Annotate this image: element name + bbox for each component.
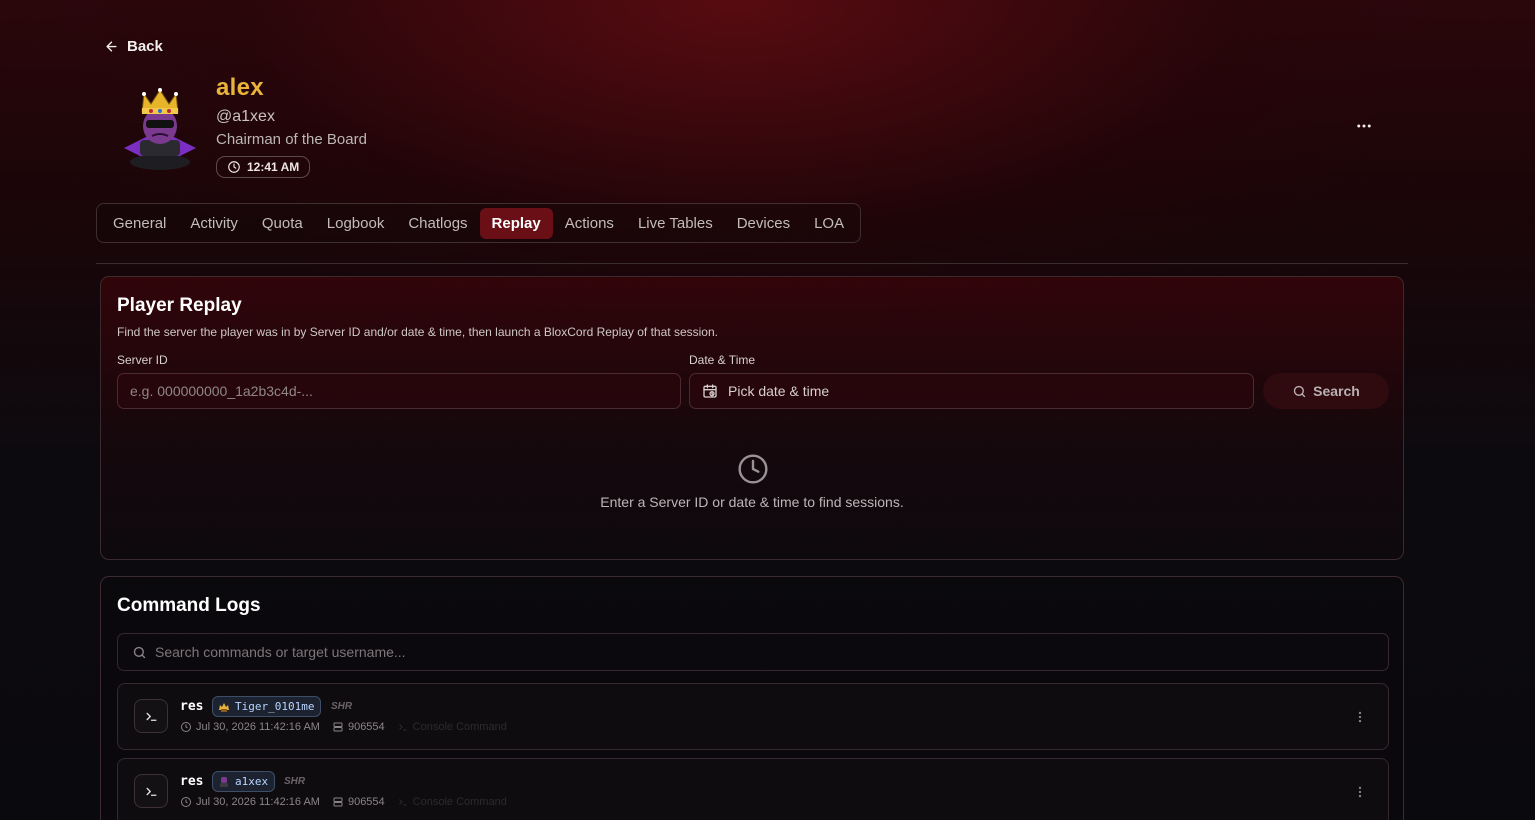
- log-timestamp: Jul 30, 2026 11:42:16 AM: [196, 796, 320, 808]
- clock-icon: [738, 454, 768, 484]
- terminal-icon: [134, 774, 168, 808]
- local-time-text: 12:41 AM: [247, 160, 300, 174]
- server-id-placeholder: e.g. 000000000_1a2b3c4d-...: [130, 383, 313, 399]
- profile-more-button[interactable]: [1352, 114, 1376, 138]
- log-row-more-button[interactable]: [1352, 708, 1368, 726]
- terminal-small-icon: [398, 724, 407, 731]
- server-icon: [333, 797, 343, 807]
- server-id-input[interactable]: e.g. 000000000_1a2b3c4d-...: [117, 373, 681, 409]
- command-logs-card: Command Logs Search commands or target u…: [100, 576, 1404, 820]
- tab-general[interactable]: General: [101, 208, 178, 239]
- user-avatar-icon: [219, 702, 229, 712]
- local-time-badge: 12:41 AM: [216, 156, 311, 178]
- clock-icon: [181, 722, 191, 732]
- display-name: alex: [216, 74, 264, 101]
- profile-info: alex @a1xex Chairman of the Board 12:41 …: [216, 74, 367, 179]
- target-username: Tiger_0101me: [235, 700, 315, 713]
- back-button[interactable]: Back: [104, 38, 163, 55]
- more-vertical-icon: [1358, 711, 1362, 723]
- server-id-label: Server ID: [117, 353, 168, 367]
- tab-quota[interactable]: Quota: [250, 208, 315, 239]
- tab-logbook[interactable]: Logbook: [315, 208, 397, 239]
- datetime-picker[interactable]: Pick date & time: [689, 373, 1254, 409]
- log-meta: Jul 30, 2026 11:42:16 AM 906554 Console …: [180, 796, 519, 808]
- replay-empty-text: Enter a Server ID or date & time to find…: [600, 494, 904, 510]
- tab-replay[interactable]: Replay: [479, 207, 553, 239]
- server-icon: [333, 722, 343, 732]
- back-label: Back: [127, 38, 163, 55]
- clock-icon: [181, 797, 191, 807]
- log-source: Console Command: [412, 796, 507, 808]
- log-row[interactable]: res Tiger_0101me SHR Jul 30, 2026 11:42:…: [117, 683, 1389, 750]
- replay-description: Find the server the player was in by Ser…: [117, 325, 718, 339]
- log-command: res: [180, 774, 204, 789]
- tab-chatlogs[interactable]: Chatlogs: [396, 208, 479, 239]
- tab-devices[interactable]: Devices: [725, 208, 802, 239]
- tab-loa[interactable]: LOA: [802, 208, 856, 239]
- rank-tag: SHR: [331, 701, 353, 712]
- arrow-left-icon: [106, 41, 117, 52]
- logs-search-input[interactable]: Search commands or target username...: [117, 633, 1389, 671]
- username-handle: @a1xex: [216, 108, 275, 125]
- log-source: Console Command: [412, 721, 507, 733]
- search-button-label: Search: [1313, 383, 1360, 399]
- search-icon: [1293, 385, 1306, 397]
- more-horizontal-icon: [1357, 124, 1371, 128]
- log-row-more-button[interactable]: [1352, 783, 1368, 801]
- avatar: [118, 84, 202, 172]
- player-replay-card: Player Replay Find the server the player…: [100, 276, 1404, 560]
- log-command: res: [180, 699, 204, 714]
- tab-actions[interactable]: Actions: [553, 208, 626, 239]
- datetime-label: Date & Time: [689, 353, 756, 367]
- logs-search-placeholder: Search commands or target username...: [155, 644, 406, 660]
- replay-search-button[interactable]: Search: [1263, 373, 1389, 409]
- search-icon: [133, 646, 146, 658]
- rank-title: Chairman of the Board: [216, 131, 367, 148]
- tab-activity[interactable]: Activity: [178, 208, 250, 239]
- tab-live-tables[interactable]: Live Tables: [626, 208, 725, 239]
- more-vertical-icon: [1358, 786, 1362, 798]
- terminal-icon: [134, 699, 168, 733]
- target-user-chip[interactable]: a1xex: [212, 771, 276, 792]
- rank-tag: SHR: [284, 776, 306, 787]
- user-avatar-icon: [220, 776, 228, 787]
- log-meta: Jul 30, 2026 11:42:16 AM 906554 Console …: [180, 721, 519, 733]
- target-username: a1xex: [235, 775, 269, 788]
- log-timestamp: Jul 30, 2026 11:42:16 AM: [196, 721, 320, 733]
- log-server-id: 906554: [347, 721, 385, 733]
- logs-title: Command Logs: [117, 595, 261, 616]
- terminal-small-icon: [398, 799, 407, 806]
- target-user-chip[interactable]: Tiger_0101me: [212, 696, 322, 717]
- datetime-placeholder: Pick date & time: [728, 383, 830, 399]
- log-server-id: 906554: [347, 796, 385, 808]
- section-divider: [96, 263, 1408, 264]
- profile-tabs: General Activity Quota Logbook Chatlogs …: [96, 203, 862, 243]
- calendar-icon: [703, 384, 717, 398]
- log-row[interactable]: res a1xex SHR Jul 30, 2026 11:42:16 AM 9…: [117, 758, 1389, 820]
- replay-title: Player Replay: [117, 295, 242, 316]
- clock-icon: [228, 161, 240, 173]
